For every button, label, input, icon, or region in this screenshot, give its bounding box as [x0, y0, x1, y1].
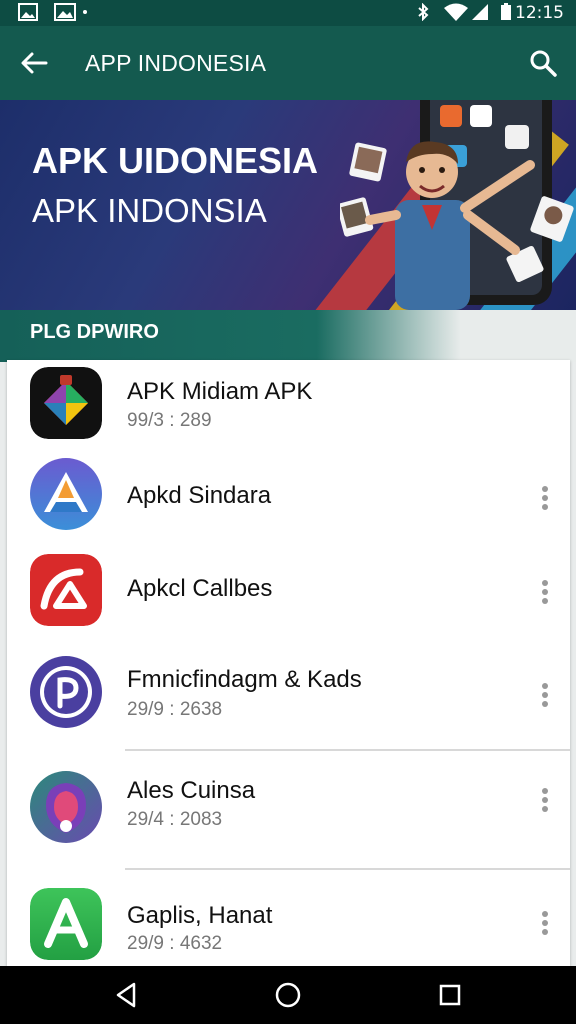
back-arrow-icon[interactable] [18, 48, 50, 78]
battery-icon [501, 3, 511, 20]
banner-headline: APK UIDONESIA [32, 140, 319, 181]
list-item[interactable]: APK Midiam APK 99/3 : 289 [7, 360, 570, 450]
purple-p-icon [30, 656, 102, 728]
list-item[interactable]: Apkd Sindara [7, 452, 570, 544]
more-options-icon[interactable] [538, 910, 552, 936]
green-a-icon [30, 888, 102, 960]
app-meta: 29/9 : 4632 [127, 933, 223, 954]
wifi-icon [444, 3, 468, 21]
app-name: Ales Cuinsa [127, 777, 256, 804]
app-name: Gaplis, Hanat [127, 902, 273, 929]
image-notification-icon [54, 3, 76, 21]
recents-nav-icon[interactable] [435, 980, 465, 1010]
back-nav-icon[interactable] [112, 980, 142, 1010]
list-item[interactable]: Gaplis, Hanat 29/9 : 4632 [7, 870, 570, 966]
banner-subheadline: APK INDONSIA [32, 192, 267, 229]
dot-notification-icon [83, 10, 87, 14]
app-bar: APP INDONESIA [0, 26, 576, 100]
app-name: Apkd Sindara [127, 482, 272, 509]
gallery-notification-icon [18, 3, 38, 21]
page-title: APP INDONESIA [85, 50, 267, 76]
signal-icon [472, 4, 488, 20]
app-name: APK Midiam APK [127, 378, 313, 405]
status-bar: 12:15 [0, 0, 576, 26]
app-meta: 29/4 : 2083 [127, 809, 223, 830]
list-item[interactable]: Ales Cuinsa 29/4 : 2083 [7, 751, 570, 868]
purple-shield-icon [30, 771, 102, 843]
list-item[interactable]: Apkcl Callbes [7, 544, 570, 636]
more-options-icon[interactable] [538, 787, 552, 813]
phone-mascot-illustration [340, 100, 574, 310]
more-options-icon[interactable] [538, 682, 552, 708]
section-header: PLG DPWIRO [0, 310, 576, 362]
more-options-icon[interactable] [538, 579, 552, 605]
section-label: PLG DPWIRO [30, 321, 159, 343]
app-list: APK Midiam APK 99/3 : 289 Apkd Sindara A… [7, 360, 570, 966]
app-name: Fmnicfindagm & Kads [127, 666, 362, 693]
navigation-bar [0, 966, 576, 1024]
list-item[interactable]: Fmnicfindagm & Kads 29/9 : 2638 [7, 636, 570, 749]
red-arc-icon [30, 554, 102, 626]
bluetooth-icon [418, 3, 429, 21]
app-name: Apkcl Callbes [127, 575, 273, 602]
more-options-icon[interactable] [538, 485, 552, 511]
app-meta: 99/3 : 289 [127, 410, 212, 431]
colorful-diamond-icon [30, 367, 102, 439]
home-nav-icon[interactable] [273, 980, 303, 1010]
promo-banner[interactable]: APK UIDONESIA APK INDONSIA [0, 100, 576, 310]
search-icon[interactable] [528, 48, 558, 78]
blue-triangle-a-icon [30, 458, 102, 530]
status-time: 12:15 [515, 3, 564, 23]
app-meta: 29/9 : 2638 [127, 699, 223, 720]
